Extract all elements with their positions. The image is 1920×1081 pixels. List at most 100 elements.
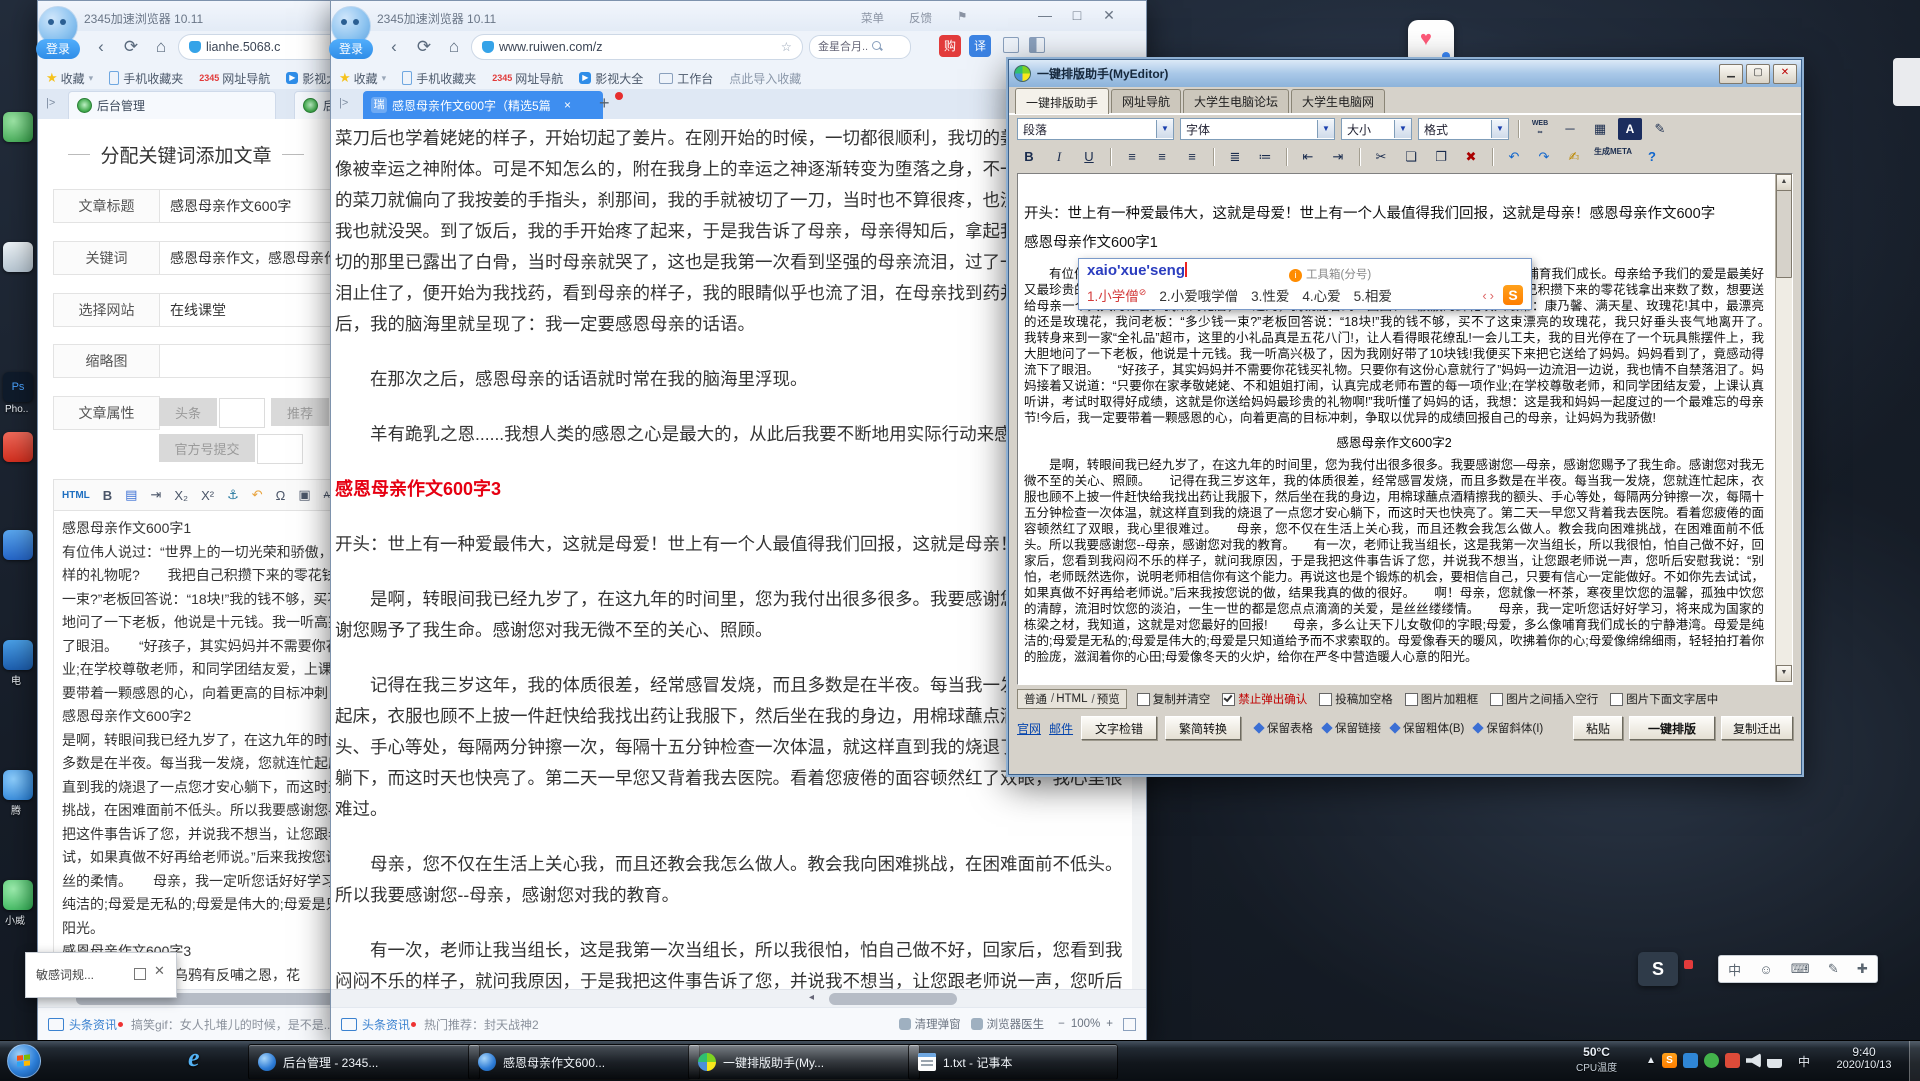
mode-html[interactable]: HTML	[1051, 693, 1088, 705]
keep-link-option[interactable]: 保留链接	[1323, 720, 1381, 736]
bookmark-nav[interactable]: 2345网址导航	[492, 70, 563, 87]
font-color-icon[interactable]: A	[1618, 118, 1642, 140]
desktop-icon-wechat[interactable]: 小威	[3, 880, 33, 910]
italic-icon[interactable]: I	[1047, 146, 1071, 168]
tab-close-icon[interactable]: ×	[564, 98, 571, 112]
desktop-icon-glass[interactable]	[3, 242, 33, 272]
zoom-out-icon[interactable]: −	[1058, 1018, 1065, 1030]
news-channel[interactable]: 头条资讯	[362, 1016, 410, 1033]
maximize-button[interactable]: □	[1063, 7, 1091, 23]
vertical-scrollbar[interactable]: ▲ ▼	[1775, 174, 1792, 682]
tab-url-nav[interactable]: 网址导航	[1111, 89, 1181, 113]
horizontal-rule-icon[interactable]: ─	[1558, 118, 1582, 140]
keep-table-option[interactable]: 保留表格	[1255, 720, 1313, 736]
checkbox-icon[interactable]	[1490, 693, 1503, 706]
check-no-confirm[interactable]: 禁止弹出确认	[1222, 691, 1307, 707]
tab-onekey-assistant[interactable]: 一键排版助手	[1015, 88, 1109, 114]
desktop-icon-red-app[interactable]	[3, 432, 33, 462]
tray-shield-icon[interactable]	[1683, 1053, 1698, 1068]
copy-out-button[interactable]: 复制迁出	[1721, 716, 1793, 740]
copy-icon[interactable]: ❏	[1399, 146, 1423, 168]
spellcheck-button[interactable]: 文字检错	[1081, 716, 1157, 740]
titlebar[interactable]: 一键排版助手(MyEditor) ▁ ▢ ✕	[1009, 60, 1801, 87]
image-icon[interactable]: ▣	[298, 487, 310, 503]
tab-student-site[interactable]: 大学生电脑网	[1291, 89, 1385, 113]
format-select[interactable]: 格式▼	[1418, 118, 1509, 140]
back-icon[interactable]: ‹	[381, 35, 407, 59]
mode-preview[interactable]: 预览	[1092, 691, 1120, 707]
import-bookmarks-link[interactable]: 点此导入收藏	[729, 70, 801, 87]
tab-admin[interactable]: 后台管理	[68, 91, 276, 119]
home-icon[interactable]: ⌂	[148, 35, 174, 59]
bookmark-favorites[interactable]: ★收藏▾	[46, 70, 93, 87]
note-edit-icon[interactable]: ✍	[1562, 146, 1586, 168]
close-icon[interactable]: ✕	[154, 963, 165, 979]
superscript-icon[interactable]: X²	[201, 488, 214, 503]
attr-button-headline[interactable]: 头条	[159, 398, 217, 426]
shopping-icon[interactable]: 购	[939, 35, 961, 57]
align-left-icon[interactable]: ≡	[1120, 146, 1144, 168]
underline-icon[interactable]: U	[1077, 146, 1101, 168]
ime-candidate-2[interactable]: 2.小爱哦学僧	[1159, 285, 1238, 305]
desktop-icon-pc-manager[interactable]: 电	[3, 640, 33, 670]
ordered-list-icon[interactable]: ≣	[1223, 146, 1247, 168]
show-desktop-button[interactable]	[1909, 1041, 1920, 1081]
taskbar-item-admin[interactable]: 后台管理 - 2345...	[248, 1044, 480, 1080]
table-icon[interactable]: ▦	[1588, 118, 1612, 140]
bookmark-favorites[interactable]: ★收藏▾	[339, 70, 386, 87]
lang-chinese-icon[interactable]: 中	[1728, 960, 1741, 979]
start-button[interactable]	[7, 1044, 41, 1078]
onekey-format-button[interactable]: 一键排版	[1629, 716, 1715, 740]
news-channel[interactable]: 头条资讯	[69, 1016, 117, 1033]
scrollbar-thumb[interactable]	[829, 993, 957, 1005]
zoom-in-icon[interactable]: +	[1106, 1018, 1113, 1030]
check-img-border[interactable]: 图片加粗框	[1405, 691, 1479, 707]
tray-green-icon[interactable]	[1704, 1053, 1719, 1068]
refresh-icon[interactable]: ⟳	[411, 35, 437, 59]
ime-candidate-1[interactable]: 1.小学僧⊘	[1087, 285, 1146, 305]
tab-article-active[interactable]: 瑞 感恩母亲作文600字（精选5篇 ×	[363, 91, 603, 119]
paste-button[interactable]: 粘贴	[1573, 716, 1623, 740]
checkbox-icon[interactable]	[1319, 693, 1332, 706]
check-post-space[interactable]: 投稿加空格	[1319, 691, 1393, 707]
close-button[interactable]: ✕	[1773, 64, 1797, 84]
keyboard-icon[interactable]: ⌨	[1791, 961, 1810, 977]
fullscreen-icon[interactable]	[1123, 1018, 1136, 1031]
attr-checkbox-official[interactable]	[257, 434, 303, 464]
generate-meta-button[interactable]: 生成META	[1592, 146, 1634, 168]
undo-icon[interactable]: ↶	[252, 487, 263, 503]
wrap-icon[interactable]: ⇥	[150, 487, 161, 503]
ie-quicklaunch-icon[interactable]: e	[188, 1043, 200, 1073]
smiley-icon[interactable]: ☺	[1759, 962, 1772, 977]
font-select[interactable]: 字体▼	[1180, 118, 1335, 140]
anchor-icon[interactable]: ⚓	[227, 487, 239, 503]
checkbox-icon[interactable]	[1610, 693, 1623, 706]
tray-clock[interactable]: 9:40 2020/10/13	[1822, 1045, 1906, 1071]
desktop-icon-blue-app[interactable]	[3, 530, 33, 560]
official-site-link[interactable]: 官网	[1017, 720, 1041, 737]
login-button[interactable]: 登录	[36, 39, 80, 59]
news-headline[interactable]: 热门推荐：封天战神2	[424, 1016, 539, 1033]
html-icon[interactable]: HTML	[62, 490, 90, 501]
help-icon[interactable]: ?	[1640, 146, 1664, 168]
subscript-icon[interactable]: X₂	[174, 488, 188, 503]
sogou-panel-icon[interactable]: S	[1638, 952, 1678, 986]
maximize-button[interactable]: ▢	[1746, 64, 1770, 84]
align-center-icon[interactable]: ≡	[1150, 146, 1174, 168]
taskbar-item-myeditor[interactable]: 一键排版助手(My...	[688, 1044, 920, 1080]
minimize-button[interactable]: —	[1031, 7, 1059, 23]
bold-icon[interactable]: B	[103, 488, 112, 503]
paste-icon[interactable]: ❐	[1429, 146, 1453, 168]
bold-icon[interactable]: B	[1017, 146, 1041, 168]
checkbox-icon[interactable]	[1405, 693, 1418, 706]
keep-italic-option[interactable]: 保留斜体(I)	[1474, 720, 1543, 736]
cut-icon[interactable]: ✂	[1369, 146, 1393, 168]
split-screen-icon[interactable]	[1029, 37, 1045, 53]
checkbox-icon[interactable]	[1222, 693, 1235, 706]
media-icon[interactable]: ▤	[125, 487, 137, 503]
bookmark-phone-folder[interactable]: 手机收藏夹	[109, 70, 183, 87]
mail-link[interactable]: 邮件	[1049, 720, 1073, 737]
tray-lang-indicator[interactable]: 中	[1798, 1053, 1810, 1070]
unordered-list-icon[interactable]: ≔	[1253, 146, 1277, 168]
keep-bold-option[interactable]: 保留粗体(B)	[1391, 720, 1464, 736]
